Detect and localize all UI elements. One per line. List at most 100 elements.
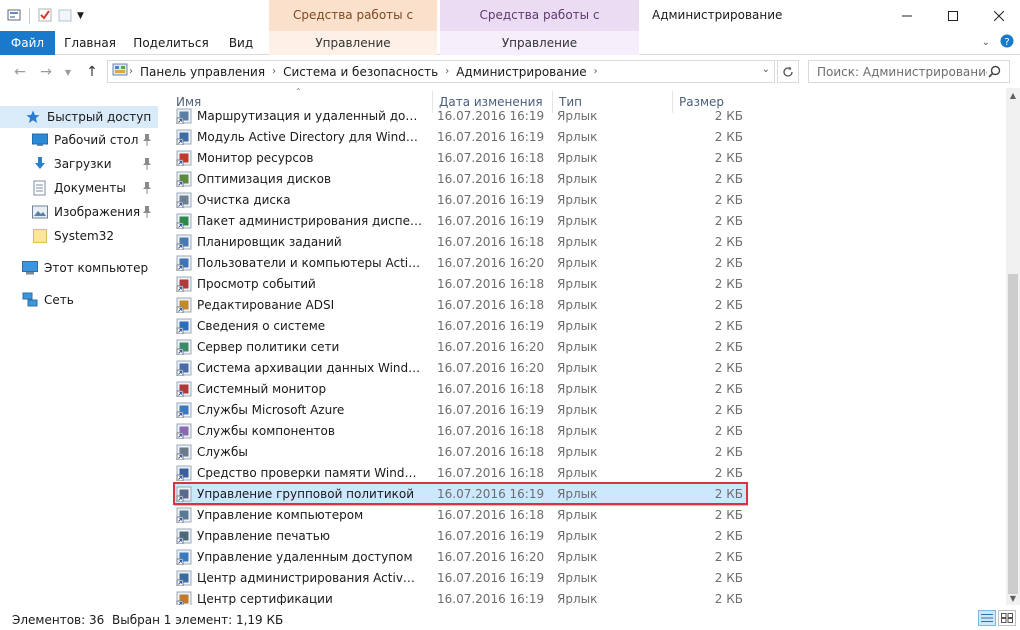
up-button[interactable]: ↑ [82, 63, 102, 81]
nav-item-label: Быстрый доступ [47, 110, 152, 124]
table-row[interactable]: Центр администрирования Active Direc... 1… [158, 567, 1006, 588]
nav-item-pictures[interactable]: Изображения [0, 201, 158, 223]
file-date: 16.07.2016 16:18 [437, 444, 545, 459]
address-dropdown-icon[interactable]: ⌄ [762, 64, 770, 75]
shortcut-icon [176, 486, 192, 503]
properties-icon[interactable] [6, 7, 22, 26]
table-row[interactable]: Управление групповой политикой 16.07.2016… [158, 483, 1006, 506]
scrollbar-thumb[interactable] [1008, 274, 1018, 594]
tab-share[interactable]: Поделиться [130, 31, 212, 55]
table-row[interactable]: Службы Microsoft Azure 16.07.2016 16:19 Яр… [158, 399, 1006, 420]
pin-icon[interactable] [142, 206, 152, 221]
file-date: 16.07.2016 16:18 [437, 150, 545, 165]
table-row[interactable]: Средство проверки памяти Windows 16.07.20… [158, 462, 1006, 483]
file-type: Ярлык [557, 507, 598, 522]
search-input[interactable] [817, 64, 987, 79]
new-folder-icon[interactable] [57, 7, 73, 26]
file-list: ⌃ Имя Дата изменения Тип Размер Маршрути… [158, 88, 1006, 605]
table-row[interactable]: Управление компьютером 16.07.2016 16:18 Яр… [158, 504, 1006, 525]
tab-view[interactable]: Вид [222, 31, 260, 55]
pin-icon[interactable] [142, 134, 152, 149]
table-row[interactable]: Службы 16.07.2016 16:18 Ярлык 2 КБ [158, 441, 1006, 462]
table-row[interactable]: Маршрутизация и удаленный доступ 16.07.20… [158, 105, 1006, 126]
file-type: Ярлык [557, 129, 598, 144]
table-row[interactable]: Модуль Active Directory для Windows P...… [158, 126, 1006, 147]
search-box[interactable] [808, 60, 1010, 83]
breadcrumb-system-security[interactable]: Система и безопасность [277, 65, 444, 79]
table-row[interactable]: Редактирование ADSI 16.07.2016 16:18 Ярлык… [158, 294, 1006, 315]
breadcrumb-administration[interactable]: Администрирование [450, 65, 592, 79]
refresh-button[interactable] [777, 60, 799, 83]
tab-file[interactable]: Файл [0, 31, 55, 55]
forward-button[interactable]: → [36, 63, 56, 81]
nav-item-quick-access[interactable]: Быстрый доступ [0, 106, 158, 128]
file-date: 16.07.2016 16:20 [437, 549, 545, 564]
table-row[interactable]: Система архивации данных Windows S... 16.… [158, 357, 1006, 378]
table-row[interactable]: Сведения о системе 16.07.2016 16:19 Ярлык 2… [158, 315, 1006, 336]
table-row[interactable]: Службы компонентов 16.07.2016 16:18 Ярлык 2… [158, 420, 1006, 441]
recent-locations-button[interactable]: ▼ [58, 63, 78, 81]
table-row[interactable]: Управление удаленным доступом 16.07.2016 … [158, 546, 1006, 567]
nav-item-downloads[interactable]: Загрузки [0, 153, 158, 175]
details-view-button[interactable] [978, 610, 996, 626]
ribbon-expand-icon[interactable]: ⌄ [982, 37, 990, 48]
table-row[interactable]: Пакет администрирования диспетчера ... 16… [158, 210, 1006, 231]
maximize-button[interactable] [930, 0, 976, 31]
close-button[interactable] [976, 0, 1020, 31]
file-type: Ярлык [557, 234, 598, 249]
help-icon[interactable]: ? [1000, 34, 1014, 51]
large-icons-view-button[interactable] [998, 610, 1016, 626]
scroll-up-icon[interactable]: ▲ [1006, 88, 1020, 102]
nav-item-desktop[interactable]: Рабочий стол [0, 129, 158, 151]
file-name: Средство проверки памяти Windows [197, 465, 422, 480]
checkmark-icon[interactable] [37, 7, 53, 26]
file-date: 16.07.2016 16:18 [437, 234, 545, 249]
vertical-scrollbar[interactable]: ▲ ▼ [1006, 88, 1020, 605]
qat-separator [29, 8, 30, 24]
file-size: 2 КБ [714, 465, 743, 480]
table-row[interactable]: Оптимизация дисков 16.07.2016 16:18 Ярлык 2… [158, 168, 1006, 189]
selection-info: Выбран 1 элемент: 1,19 КБ [112, 613, 284, 627]
table-row[interactable]: Управление печатью 16.07.2016 16:19 Ярлык 2… [158, 525, 1006, 546]
file-date: 16.07.2016 16:18 [437, 381, 545, 396]
table-row[interactable]: Системный монитор 16.07.2016 16:18 Ярлык 2 … [158, 378, 1006, 399]
breadcrumb-control-panel[interactable]: Панель управления [134, 65, 271, 79]
file-type: Ярлык [557, 381, 598, 396]
shortcut-icon [176, 360, 192, 377]
table-row[interactable]: Просмотр событий 16.07.2016 16:18 Ярлык 2 К… [158, 273, 1006, 294]
file-type: Ярлык [557, 465, 598, 480]
control-panel-icon [108, 62, 128, 81]
nav-item-system32[interactable]: System32 [0, 225, 158, 247]
window-title: Администрирование [652, 8, 783, 22]
minimize-button[interactable] [884, 0, 930, 31]
shortcut-icon [176, 507, 192, 524]
tab-manage-shortcut[interactable]: Управление [269, 31, 437, 55]
pin-icon[interactable] [142, 182, 152, 197]
address-bar[interactable]: › Панель управления › Система и безопасн… [107, 60, 775, 83]
table-row[interactable]: Сервер политики сети 16.07.2016 16:20 Ярлы… [158, 336, 1006, 357]
qat-dropdown-icon[interactable]: ▼ [77, 11, 84, 21]
nav-item-label: Сеть [44, 293, 74, 307]
nav-item-this-pc[interactable]: Этот компьютер [0, 257, 158, 279]
tab-home[interactable]: Главная [58, 31, 122, 55]
scroll-down-icon[interactable]: ▼ [1006, 591, 1020, 605]
crumb-separator[interactable]: › [593, 66, 599, 77]
table-row[interactable]: Монитор ресурсов 16.07.2016 16:18 Ярлык 2 К… [158, 147, 1006, 168]
back-button[interactable]: ← [10, 63, 30, 81]
shortcut-icon [176, 423, 192, 440]
table-row[interactable]: Центр сертификации 16.07.2016 16:19 Ярлык 2… [158, 588, 1006, 605]
table-row[interactable]: Очистка диска 16.07.2016 16:19 Ярлык 2 КБ [158, 189, 1006, 210]
file-name: Сервер политики сети [197, 339, 340, 354]
nav-item-label: Документы [54, 181, 126, 195]
nav-item-documents[interactable]: Документы [0, 177, 158, 199]
pin-icon[interactable] [142, 158, 152, 173]
file-name: Управление удаленным доступом [197, 549, 413, 564]
file-type: Ярлык [557, 591, 598, 606]
table-row[interactable]: Пользователи и компьютеры Active Dir... 1… [158, 252, 1006, 273]
search-icon[interactable] [988, 65, 1001, 81]
tab-manage-app[interactable]: Управление [440, 31, 639, 55]
file-date: 16.07.2016 16:19 [437, 591, 545, 606]
nav-item-network[interactable]: Сеть [0, 289, 158, 311]
file-name: Пакет администрирования диспетчера ... [197, 213, 422, 228]
table-row[interactable]: Планировщик заданий 16.07.2016 16:18 Ярлык… [158, 231, 1006, 252]
